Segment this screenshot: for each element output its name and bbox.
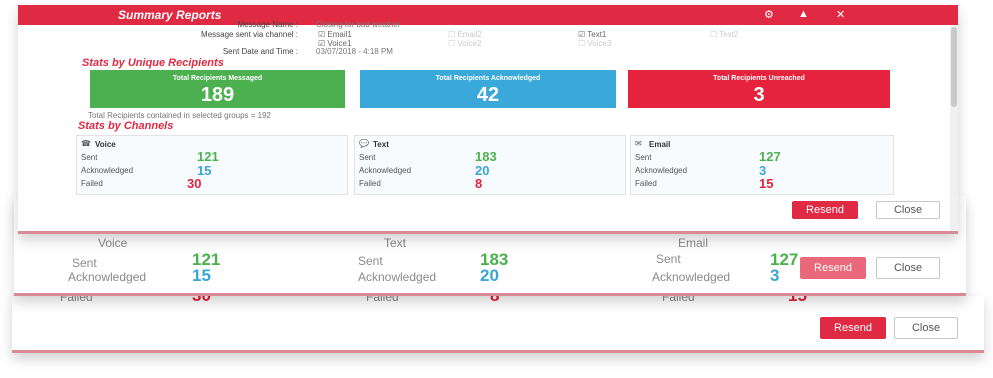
- report-sheet-back: Failed 30 Failed 8 Failed 15 Resend Clos…: [12, 286, 984, 353]
- email2-label: Email2: [457, 30, 482, 39]
- acknowledged-label: Acknowledged: [635, 166, 688, 175]
- email-channel-panel: ✉ Email Sent 127 Acknowledged 3 Failed 1…: [630, 135, 894, 195]
- layered-report-stack: Failed 30 Failed 8 Failed 15 Resend Clos…: [0, 0, 993, 378]
- text-ack-count: 20: [480, 266, 499, 285]
- voice3-label: Voice3: [587, 39, 612, 48]
- message-name-label: Message Name :: [237, 20, 298, 29]
- recipients-note: Total Recipients contained in selected g…: [88, 111, 272, 120]
- email-failed-count: 15: [759, 176, 774, 191]
- message-name-value: Closing for bad weather: [316, 20, 401, 29]
- text2-label: Text2: [719, 30, 739, 39]
- messaged-card: Total Recipients Messaged 189: [90, 70, 345, 108]
- text2-checkbox[interactable]: ☐ Text2: [710, 30, 738, 39]
- summary-reports-window: Summary Reports ⚙ ▲ ✕ Message Name : Clo…: [18, 5, 958, 234]
- sent-label: Sent: [359, 153, 376, 162]
- sent-label: Sent: [635, 153, 652, 162]
- voice-channel-name: Voice: [95, 140, 116, 149]
- failed-label: Failed: [81, 179, 103, 188]
- voice3-checkbox[interactable]: ☐ Voice3: [578, 39, 611, 48]
- voice-channel-name: Voice: [98, 236, 128, 250]
- channel-label: Message sent via channel :: [201, 30, 298, 39]
- phone-icon: ☎: [81, 139, 91, 148]
- text-channel-name: Text: [384, 236, 407, 250]
- voice-ack-count: 15: [192, 266, 211, 285]
- resend-button[interactable]: Resend: [820, 317, 886, 339]
- acknowledged-label: Acknowledged: [68, 270, 147, 284]
- email1-checkbox[interactable]: ☑ Email1: [318, 30, 352, 39]
- voice-sent-count: 121: [197, 149, 219, 164]
- acknowledged-card-label: Total Recipients Acknowledged: [435, 75, 541, 82]
- text1-label: Text1: [587, 30, 607, 39]
- acknowledged-label: Acknowledged: [358, 270, 437, 284]
- text-failed-count: 8: [475, 176, 483, 191]
- close-button[interactable]: Close: [876, 257, 940, 279]
- voice-failed-count: 30: [187, 176, 202, 191]
- chat-icon: 💬: [359, 139, 369, 148]
- acknowledged-label: Acknowledged: [359, 166, 412, 175]
- messaged-card-label: Total Recipients Messaged: [172, 75, 263, 82]
- unreached-card-value: 3: [753, 84, 765, 106]
- voice2-label: Voice2: [457, 39, 482, 48]
- close-icon[interactable]: ✕: [836, 8, 845, 21]
- sent-datetime-value: 03/07/2018 - 4:18 PM: [316, 47, 393, 56]
- sent-datetime-label: Sent Date and Time :: [222, 47, 298, 56]
- acknowledged-card: Total Recipients Acknowledged 42: [360, 70, 616, 108]
- acknowledged-label: Acknowledged: [81, 166, 134, 175]
- envelope-icon: ✉: [635, 139, 642, 148]
- email-channel-name: Email: [649, 140, 671, 149]
- text1-checkbox[interactable]: ☑ Text1: [578, 30, 606, 39]
- failed-label: Failed: [359, 179, 381, 188]
- sent-label: Sent: [72, 256, 97, 270]
- text-channel-name: Text: [373, 140, 389, 149]
- unreached-card-label: Total Recipients Unreached: [713, 75, 805, 82]
- sent-label: Sent: [656, 252, 681, 266]
- failed-label: Failed: [635, 179, 657, 188]
- voice-channel-panel: ☎ Voice Sent 121 Acknowledged 15 Failed …: [76, 135, 348, 195]
- unreached-card: Total Recipients Unreached 3: [628, 70, 890, 108]
- voice2-checkbox[interactable]: ☐ Voice2: [448, 39, 481, 48]
- sent-label: Sent: [81, 153, 98, 162]
- gear-icon[interactable]: ⚙: [764, 8, 774, 21]
- acknowledged-card-value: 42: [476, 84, 500, 106]
- minimize-icon[interactable]: ▲: [798, 8, 809, 20]
- title-bar: Summary Reports ⚙ ▲ ✕: [18, 5, 958, 25]
- scrollbar-thumb[interactable]: [951, 27, 957, 107]
- text-channel-panel: 💬 Text Sent 183 Acknowledged 20 Failed 8: [354, 135, 626, 195]
- email1-label: Email1: [327, 30, 352, 39]
- email-sent-count: 127: [759, 149, 781, 164]
- sent-label: Sent: [358, 254, 383, 268]
- messaged-card-value: 189: [200, 84, 235, 106]
- resend-button[interactable]: Resend: [792, 201, 858, 219]
- close-button[interactable]: Close: [894, 317, 958, 339]
- close-button[interactable]: Close: [876, 201, 940, 219]
- email-channel-name: Email: [678, 236, 709, 250]
- email2-checkbox[interactable]: ☐ Email2: [448, 30, 482, 39]
- resend-button[interactable]: Resend: [800, 257, 866, 279]
- unique-stats-title: Stats by Unique Recipients: [82, 57, 224, 69]
- text-sent-count: 183: [475, 149, 497, 164]
- acknowledged-label: Acknowledged: [652, 270, 731, 284]
- email-ack-count: 3: [770, 266, 780, 285]
- channel-stats-title: Stats by Channels: [78, 120, 174, 132]
